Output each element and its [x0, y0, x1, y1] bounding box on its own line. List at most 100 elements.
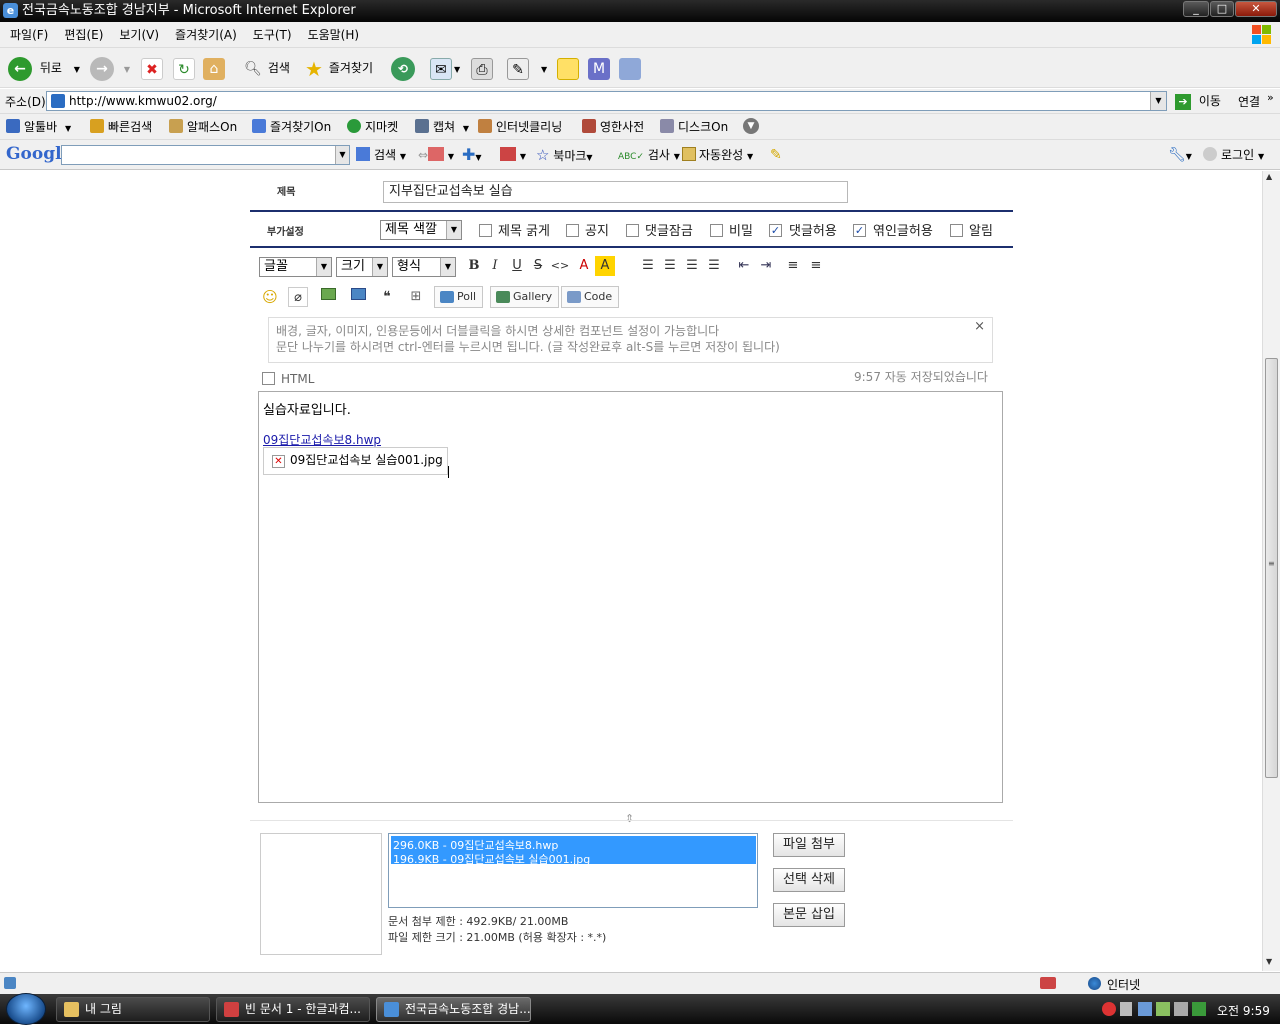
strike-button[interactable]: S: [528, 256, 548, 276]
attachment-list[interactable]: 296.0KB - 09집단교섭속보8.hwp 196.9KB - 09집단교섭…: [388, 833, 758, 908]
indent-icon[interactable]: ⇥: [756, 256, 776, 276]
size-select[interactable]: 크기 ▼: [336, 257, 388, 277]
font-color-button[interactable]: A: [574, 256, 594, 276]
align-left-icon[interactable]: ☰: [638, 256, 658, 276]
title-color-select[interactable]: 제목 색깔 ▼: [380, 220, 462, 240]
maximize-button[interactable]: □: [1210, 1, 1234, 17]
tip-close-button[interactable]: ×: [974, 319, 985, 335]
note-button[interactable]: [557, 54, 579, 82]
ordered-list-icon[interactable]: ≡: [783, 256, 803, 276]
table-icon[interactable]: ⊞: [406, 287, 426, 307]
window-title-bar[interactable]: e 전국금속노동조합 경남지부 - Microsoft Internet Exp…: [0, 0, 1280, 22]
media-icon[interactable]: [348, 287, 368, 307]
edit-dropdown-icon[interactable]: ▼: [541, 65, 547, 74]
clock[interactable]: 오전 9:59: [1217, 1002, 1270, 1019]
align-right-icon[interactable]: ☰: [682, 256, 702, 276]
chevron-icon[interactable]: »: [1267, 91, 1274, 104]
align-justify-icon[interactable]: ☰: [704, 256, 724, 276]
subject-input[interactable]: 지부집단교섭속보 실습: [383, 181, 848, 203]
editor-body[interactable]: 실습자료입니다. 09집단교섭속보8.hwp ✕ 09집단교섭속보 실습001.…: [258, 391, 1003, 803]
address-dropdown-icon[interactable]: ▼: [1150, 92, 1166, 110]
code-tag-button[interactable]: <>: [550, 256, 570, 276]
allow-comment-checkbox[interactable]: ✓: [769, 224, 782, 237]
autofill-button[interactable]: 자동완성 ▼: [682, 146, 753, 164]
scroll-up-icon[interactable]: ▲: [1266, 172, 1272, 181]
bg-color-button[interactable]: A: [595, 256, 615, 276]
google-search-input[interactable]: ▼: [61, 145, 350, 165]
research-button[interactable]: [619, 54, 641, 82]
resize-handle-icon[interactable]: ⇕: [625, 812, 634, 825]
address-input[interactable]: http://www.kmwu02.org/ ▼: [46, 91, 1167, 111]
search-button[interactable]: 🔍︎ 검색: [242, 54, 290, 82]
settings-wrench-icon[interactable]: 🔧︎▼: [1168, 146, 1192, 164]
print-button[interactable]: ⎙: [471, 54, 493, 82]
back-button[interactable]: ← 뒤로 ▼: [8, 54, 80, 82]
tray-app-icon[interactable]: [1174, 1002, 1188, 1016]
home-button[interactable]: ⌂: [203, 54, 225, 82]
vertical-scrollbar[interactable]: ▲ ≡ ▼: [1262, 171, 1280, 971]
minimize-button[interactable]: _: [1183, 1, 1209, 17]
format-select[interactable]: 형식 ▼: [392, 257, 456, 277]
mail-dropdown-icon[interactable]: ▼: [454, 65, 460, 74]
popup-blocked-icon[interactable]: [1040, 977, 1056, 989]
menu-help[interactable]: 도움말(H): [300, 22, 368, 48]
menu-view[interactable]: 보기(V): [111, 22, 167, 48]
notice-checkbox[interactable]: [566, 224, 579, 237]
italic-button[interactable]: I: [485, 256, 505, 276]
bookmarks-button[interactable]: ☆ 북마크▼: [536, 146, 593, 164]
outdent-icon[interactable]: ⇤: [734, 256, 754, 276]
edit-button[interactable]: ✎ ▼: [507, 54, 547, 82]
attachment-item[interactable]: 196.9KB - 09집단교섭속보 실습001.jpg: [393, 851, 590, 867]
forward-button[interactable]: → ▼: [90, 54, 130, 82]
menu-favorites[interactable]: 즐겨찾기(A): [167, 22, 245, 48]
font-select[interactable]: 글꼴 ▼: [259, 257, 332, 277]
allow-trackback-checkbox[interactable]: ✓: [853, 224, 866, 237]
forward-dropdown-icon[interactable]: ▼: [124, 65, 130, 74]
menu-edit[interactable]: 편집(E): [56, 22, 111, 48]
body-file-link[interactable]: 09집단교섭속보8.hwp: [263, 431, 381, 448]
links-label[interactable]: 연결: [1238, 93, 1260, 110]
image-icon[interactable]: [318, 287, 338, 307]
attach-clip-icon[interactable]: ⌀: [288, 287, 308, 307]
google-dropdown-icon[interactable]: ▼: [335, 146, 349, 164]
back-dropdown-icon[interactable]: ▼: [74, 65, 80, 74]
gallery-button[interactable]: Gallery: [490, 286, 560, 308]
link-quick-search[interactable]: 빠른검색: [90, 118, 152, 136]
link-favorites-on[interactable]: 즐겨찾기On: [252, 118, 331, 136]
scroll-thumb[interactable]: ≡: [1265, 358, 1278, 778]
news-button[interactable]: ▼: [428, 146, 454, 164]
tray-blocked-icon[interactable]: [1102, 1002, 1116, 1016]
html-checkbox[interactable]: [262, 372, 275, 385]
go-button[interactable]: ➔ 이동: [1175, 92, 1221, 110]
link-gmarket[interactable]: 지마켓: [347, 118, 398, 136]
close-button[interactable]: ✕: [1235, 1, 1277, 17]
code-button[interactable]: Code: [561, 286, 620, 308]
link-internet-cleaning[interactable]: 인터넷클리닝: [478, 118, 562, 136]
spellcheck-button[interactable]: ABC✓ 검사 ▼: [618, 146, 680, 164]
task-hangul[interactable]: 빈 문서 1 - 한글과컴...: [216, 997, 370, 1022]
popup-blocker-button[interactable]: ▼: [500, 146, 526, 164]
more-links-icon[interactable]: ▼: [743, 118, 759, 134]
link-altoolbar[interactable]: 알툴바 ▼: [6, 118, 71, 136]
mail-button[interactable]: ✉ ▼: [430, 54, 460, 82]
quote-icon[interactable]: ❝: [377, 287, 397, 307]
network-icon[interactable]: [1138, 1002, 1152, 1016]
delete-selected-button[interactable]: 선택 삭제: [773, 868, 845, 892]
emoticon-icon[interactable]: ☺: [260, 287, 280, 307]
link-alpass[interactable]: 알패스On: [169, 118, 237, 136]
stop-button[interactable]: ✖: [141, 54, 163, 82]
bold-title-checkbox[interactable]: [479, 224, 492, 237]
secret-checkbox[interactable]: [710, 224, 723, 237]
link-capture[interactable]: 캡쳐 ▼: [415, 118, 469, 136]
menu-file[interactable]: 파일(F): [2, 22, 56, 48]
google-search-button[interactable]: 검색 ▼: [356, 146, 406, 164]
link-disk-on[interactable]: 디스크On: [660, 118, 728, 136]
align-center-icon[interactable]: ☰: [660, 256, 680, 276]
start-button[interactable]: [6, 993, 46, 1025]
link-dictionary[interactable]: 영한사전: [582, 118, 644, 136]
bold-button[interactable]: B: [464, 256, 484, 276]
poll-button[interactable]: Poll: [434, 286, 484, 308]
comment-lock-checkbox[interactable]: [626, 224, 639, 237]
tray-app-icon[interactable]: [1156, 1002, 1170, 1016]
insert-into-body-button[interactable]: 본문 삽입: [773, 903, 845, 927]
